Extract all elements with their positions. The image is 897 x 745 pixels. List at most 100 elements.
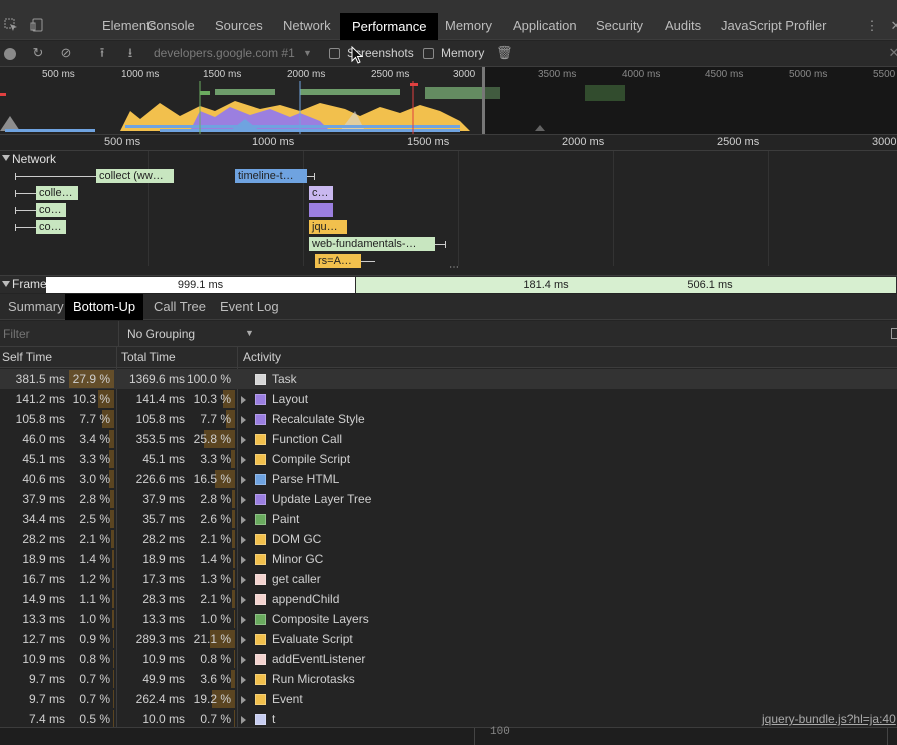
ruler-tick-label: 1500 ms [407, 136, 450, 148]
tab-javascript-profiler[interactable]: JavaScript Profiler [709, 12, 838, 40]
network-track-title[interactable]: Network [12, 152, 56, 166]
activity-name: appendChild [272, 592, 340, 606]
table-row[interactable]: 28.2 ms 2.1 % 28.2 ms 2.1 % DOM GC [0, 529, 897, 549]
profile-select[interactable]: developers.google.com #1 [154, 46, 295, 60]
table-row[interactable]: 381.5 ms 27.9 % 1369.6 ms 100.0 % Task [0, 369, 897, 389]
network-request[interactable]: c… [309, 186, 333, 200]
inspect-element-icon[interactable] [3, 18, 19, 34]
network-request-bar[interactable] [309, 203, 333, 217]
performance-toolbar: ↻ ⊘ ⭱ ⭳ developers.google.com #1 ▼ Scree… [0, 41, 897, 67]
divider [118, 321, 119, 347]
self-time-percent: 0.7 % [79, 672, 110, 686]
table-row[interactable]: 13.3 ms 1.0 % 13.3 ms 1.0 % Composite Layers [0, 609, 897, 629]
toggle-sidebar-icon[interactable] [891, 328, 897, 339]
table-row[interactable]: 18.9 ms 1.4 % 18.9 ms 1.4 % Minor GC [0, 549, 897, 569]
tab-event-log[interactable]: Event Log [212, 294, 287, 320]
table-row[interactable]: 37.9 ms 2.8 % 37.9 ms 2.8 % Update Layer Tre… [0, 489, 897, 509]
overview-tick-label: 3000 [453, 69, 476, 80]
memory-checkbox[interactable] [423, 48, 434, 59]
timeline-overview[interactable]: 500 ms 1000 ms 1500 ms 2000 ms 2500 ms 3000 35… [0, 67, 897, 135]
memory-label: Memory [441, 46, 485, 60]
table-row[interactable]: 40.6 ms 3.0 % 226.6 ms 16.5 % Parse HTML [0, 469, 897, 489]
tab-call-tree[interactable]: Call Tree [146, 294, 214, 320]
grouping-dropdown-icon[interactable]: ▼ [245, 328, 254, 338]
self-time-header[interactable]: Self Time [2, 350, 52, 364]
table-row[interactable]: 10.9 ms 0.8 % 10.9 ms 0.8 % addEventListener [0, 649, 897, 669]
self-time-percent: 2.8 % [79, 492, 110, 506]
table-row[interactable]: 14.9 ms 1.1 % 28.3 ms 2.1 % appendChild [0, 589, 897, 609]
tab-application[interactable]: Application [501, 12, 589, 40]
tab-security[interactable]: Security [584, 12, 655, 40]
device-toolbar-icon[interactable] [29, 18, 45, 34]
record-icon[interactable] [4, 48, 16, 60]
tab-bottom-up[interactable]: Bottom-Up [65, 294, 144, 320]
tab-network[interactable]: Network [271, 12, 343, 40]
network-request[interactable]: colle… [36, 186, 78, 200]
category-color-swatch [255, 714, 266, 725]
total-time-percent: 0.7 % [200, 712, 231, 726]
tab-performance[interactable]: Performance [340, 13, 439, 40]
source-link[interactable]: jquery-bundle.js?hl=ja:40 [762, 712, 896, 726]
table-row[interactable]: 9.7 ms 0.7 % 49.9 ms 3.6 % Run Microtasks [0, 669, 897, 689]
activity-header[interactable]: Activity [243, 350, 281, 364]
category-color-swatch [255, 414, 266, 425]
tab-console[interactable]: Console [135, 12, 207, 40]
tab-audits[interactable]: Audits [653, 12, 713, 40]
network-request[interactable]: collect (ww… [96, 169, 174, 183]
table-row[interactable]: 45.1 ms 3.3 % 45.1 ms 3.3 % Compile Script [0, 449, 897, 469]
expand-row-icon [241, 516, 246, 524]
screenshots-checkbox[interactable] [329, 48, 340, 59]
table-row[interactable]: 34.4 ms 2.5 % 35.7 ms 2.6 % Paint [0, 509, 897, 529]
table-row[interactable]: 12.7 ms 0.9 % 289.3 ms 21.1 % Evaluate Scrip… [0, 629, 897, 649]
divider [887, 728, 888, 745]
table-row[interactable]: 9.7 ms 0.7 % 262.4 ms 19.2 % Event [0, 689, 897, 709]
frames-expand-icon[interactable] [2, 281, 10, 287]
total-time-value: 226.6 ms [135, 472, 185, 486]
expand-row-icon [241, 536, 246, 544]
total-time-percent: 0.8 % [200, 652, 231, 666]
network-request[interactable]: timeline-t… [235, 169, 307, 183]
network-expand-icon[interactable] [2, 155, 10, 161]
total-time-percent: 10.3 % [193, 392, 231, 406]
selection-handle[interactable] [482, 67, 485, 134]
request-wait-line [16, 193, 36, 194]
tab-sources[interactable]: Sources [203, 12, 275, 40]
reload-record-icon[interactable]: ↻ [30, 45, 46, 61]
resize-handle-icon[interactable]: ⋯ [449, 262, 459, 273]
frame-block[interactable]: 999.1 ms [46, 277, 355, 293]
grid-line [613, 151, 614, 266]
frame-block[interactable]: 181.4 ms [496, 277, 596, 293]
table-row[interactable]: 16.7 ms 1.2 % 17.3 ms 1.3 % get caller [0, 569, 897, 589]
tab-memory[interactable]: Memory [433, 12, 504, 40]
filter-input[interactable] [0, 324, 118, 344]
total-time-value: 10.9 ms [142, 652, 185, 666]
load-profile-icon[interactable]: ⭱ [94, 45, 110, 61]
settings-icon[interactable]: ✕ [886, 45, 897, 61]
activity-name: Parse HTML [272, 472, 340, 486]
close-devtools-icon[interactable]: ✕ [888, 18, 897, 34]
network-request[interactable]: co… [36, 203, 66, 217]
frame-block[interactable]: 506.1 ms [630, 277, 790, 293]
table-row[interactable]: 141.2 ms 10.3 % 141.4 ms 10.3 % Layout [0, 389, 897, 409]
table-row[interactable]: 105.8 ms 7.7 % 105.8 ms 7.7 % Recalculate St… [0, 409, 897, 429]
save-profile-icon[interactable]: ⭳ [122, 45, 138, 61]
more-options-icon[interactable]: ⋮ [864, 18, 880, 34]
self-time-bar [113, 690, 114, 708]
collect-garbage-icon[interactable]: 🗑 [496, 45, 513, 61]
tab-summary[interactable]: Summary [0, 294, 72, 320]
self-time-value: 9.7 ms [28, 692, 65, 706]
total-time-bar [232, 590, 235, 608]
total-time-bar [234, 610, 235, 628]
total-time-bar [233, 570, 235, 588]
network-request[interactable]: co… [36, 220, 66, 234]
network-request[interactable]: rs=A… [315, 254, 361, 268]
clear-icon[interactable]: ⊘ [58, 45, 74, 61]
table-row[interactable]: 7.4 ms 0.5 % 10.0 ms 0.7 % t jquery-bundle.js… [0, 709, 897, 729]
table-row[interactable]: 46.0 ms 3.4 % 353.5 ms 25.8 % Function Call [0, 429, 897, 449]
profile-dropdown-icon[interactable]: ▼ [303, 48, 312, 58]
network-request[interactable]: web-fundamentals-… [309, 237, 435, 251]
total-time-header[interactable]: Total Time [121, 350, 176, 364]
self-time-bar [112, 610, 114, 628]
network-request[interactable]: jqu… [309, 220, 347, 234]
grouping-select[interactable]: No Grouping [127, 327, 195, 341]
